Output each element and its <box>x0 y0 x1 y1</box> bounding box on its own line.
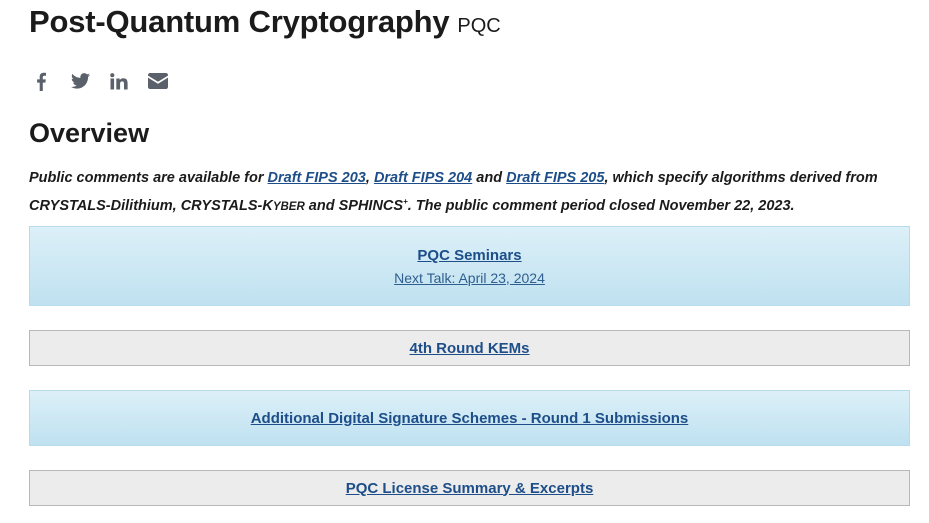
page-title-abbr: PQC <box>457 15 501 37</box>
additional-signatures-link[interactable]: Additional Digital Signature Schemes - R… <box>251 410 689 427</box>
notice-intro: Public comments are available for <box>29 170 268 186</box>
facebook-icon[interactable] <box>30 70 52 92</box>
overview-heading: Overview <box>29 118 150 148</box>
pqc-seminars-panel: PQC Seminars Next Talk: April 23, 2024 <box>29 226 910 306</box>
round4-kems-link[interactable]: 4th Round KEMs <box>410 340 530 357</box>
page-title: Post-Quantum Cryptography <box>29 4 450 39</box>
round4-kems-panel: 4th Round KEMs <box>29 330 910 366</box>
pqc-seminars-link[interactable]: PQC Seminars <box>417 247 521 264</box>
draft-fips-205-link[interactable]: Draft FIPS 205 <box>506 170 604 186</box>
notice-separator: , <box>365 170 374 186</box>
next-talk-link[interactable]: Next Talk: April 23, 2024 <box>394 270 545 286</box>
page-title-row: Post-Quantum Cryptography PQC <box>29 4 501 40</box>
notice-separator: and <box>472 170 507 186</box>
twitter-icon[interactable] <box>69 70 91 92</box>
comment-notice: Public comments are available for Draft … <box>29 166 909 219</box>
draft-fips-204-link[interactable]: Draft FIPS 204 <box>374 170 472 186</box>
share-bar <box>30 70 186 92</box>
draft-fips-203-link[interactable]: Draft FIPS 203 <box>268 170 366 186</box>
linkedin-icon[interactable] <box>108 70 130 92</box>
license-summary-link[interactable]: PQC License Summary & Excerpts <box>346 480 594 497</box>
page: Post-Quantum Cryptography PQC Overview P… <box>0 0 929 523</box>
notice-end-text: . The public comment period closed Novem… <box>407 198 795 214</box>
license-summary-panel: PQC License Summary & Excerpts <box>29 470 910 506</box>
kyber-small-caps: YBER <box>272 201 305 213</box>
additional-signatures-panel: Additional Digital Signature Schemes - R… <box>29 390 910 446</box>
email-icon[interactable] <box>147 70 169 92</box>
notice-middle-text-2: and SPHINCS <box>304 198 404 214</box>
